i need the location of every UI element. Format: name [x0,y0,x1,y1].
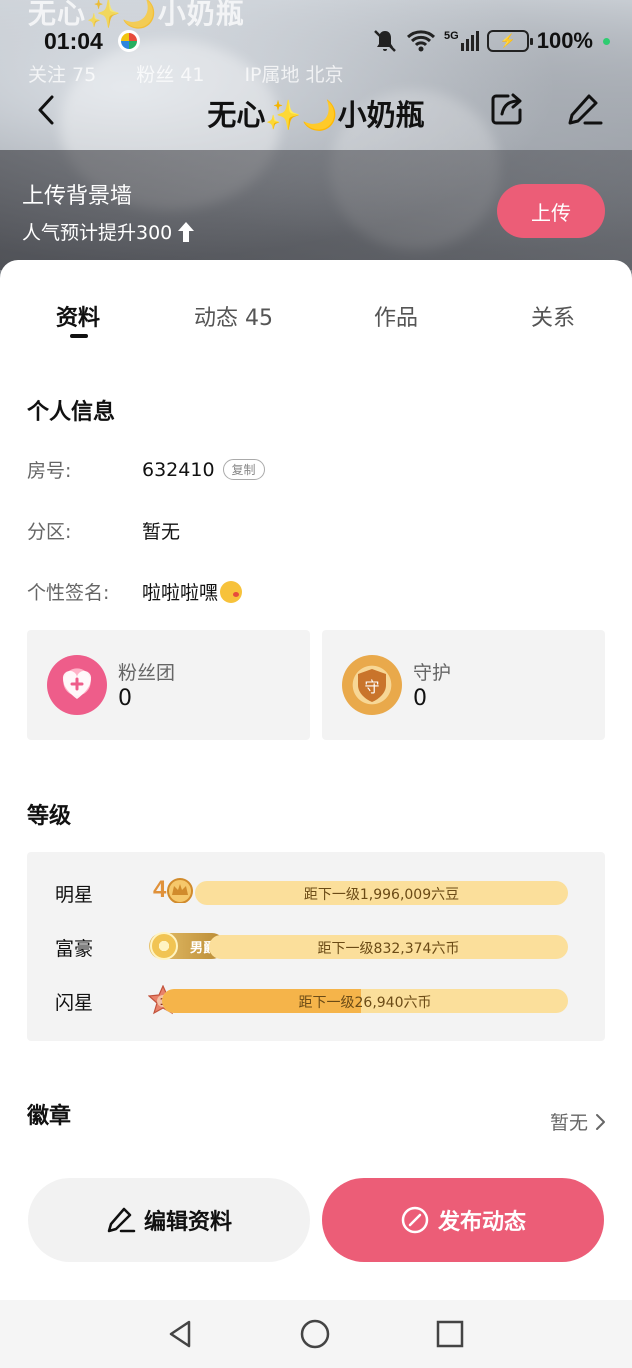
room-number-label: 房号: [27,460,72,482]
flash-level-progress: 距下一级26,940六币 [162,989,568,1013]
post-status-label: 发布动态 [437,1210,526,1235]
signal-icon: 5G [444,31,479,51]
fan-club-value: 0 [118,686,132,711]
status-indicators: 5G ⚡ 100% [372,28,610,54]
profile-tabs: 资料 动态 45 作品 关系 [0,300,632,350]
rich-level-progress: 距下一级832,374六币 [209,935,568,959]
zone-row: 分区: 暂无 [27,517,180,544]
flash-level-text: 距下一级26,940六币 [298,995,432,1011]
level-name: 富豪 [55,938,94,960]
level-row-star: 明星 4 距下一级1,996,009六豆 [27,876,605,908]
page-title: 无心✨🌙小奶瓶 [207,98,425,132]
tab-works[interactable]: 作品 [374,300,418,332]
fan-club-card[interactable]: 粉丝团 0 [27,630,310,740]
mute-bell-icon [374,30,396,52]
fan-club-heart-icon [47,655,107,715]
system-home-icon[interactable] [299,1318,331,1350]
signature-label: 个性签名: [27,582,110,604]
battery-level: 100% [536,28,593,53]
star-level-text: 距下一级1,996,009六豆 [303,887,460,903]
upload-background-banner: 上传背景墙 人气预计提升300 上传 [0,150,632,270]
popularity-boost-text: 人气预计提升300 [22,222,173,244]
guard-value: 0 [413,686,427,711]
system-navigation-bar [0,1300,632,1368]
edit-profile-label: 编辑资料 [143,1210,232,1235]
zone-value: 暂无 [142,521,181,543]
level-section-title: 等级 [27,804,72,829]
system-recents-icon[interactable] [434,1318,466,1350]
badges-value: 暂无 [549,1112,588,1134]
network-type: 5G [444,30,459,42]
rich-level-text: 距下一级832,374六币 [317,941,460,957]
top-nav-bar: 无心✨🌙小奶瓶 [0,80,632,140]
upload-banner-title: 上传背景墙 [22,184,133,209]
chevron-right-icon [596,1113,605,1130]
edit-pencil-icon [107,1207,136,1233]
status-time: 01:04 [44,27,103,54]
level-row-flash: 闪星 1 距下一级26,940六币 [27,985,605,1016]
room-number-value: 632410 [142,458,215,481]
up-arrow-icon [178,221,195,242]
level-panel: 明星 4 距下一级1,996,009六豆 富豪 男爵 距下一级832,374六币… [27,852,605,1041]
app-notification-icon [118,30,140,52]
badges-section-title: 徽章 [27,1104,72,1129]
system-back-icon[interactable] [165,1318,197,1350]
kiss-emoji-icon [220,580,243,603]
zone-label: 分区: [27,521,72,543]
tab-posts[interactable]: 动态 45 [194,300,273,332]
personal-info-title: 个人信息 [27,400,116,425]
wifi-icon [407,30,436,52]
tab-profile[interactable]: 资料 [56,300,100,332]
tab-relations[interactable]: 关系 [531,300,575,332]
signature-row: 个性签名: 啦啦啦嘿 [27,578,243,605]
edit-pencil-icon[interactable] [565,90,605,128]
status-bar: 01:04 5G ⚡ 100% [0,24,632,58]
guard-icon-text: 守 [364,678,379,696]
guard-shield-icon: 守 [342,655,402,715]
guard-label: 守护 [413,662,452,684]
room-number-row: 房号: 632410 复制 [27,456,265,483]
level-name: 闪星 [55,992,94,1014]
privacy-dot [603,37,610,45]
star-level-progress: 距下一级1,996,009六豆 [195,881,568,905]
star-level-number: 4 [153,876,167,903]
diamond-icon [150,932,178,960]
copy-button[interactable]: 复制 [222,459,265,480]
upload-button[interactable]: 上传 [497,184,605,238]
level-row-rich: 富豪 男爵 距下一级832,374六币 [27,932,605,962]
fan-club-label: 粉丝团 [118,662,176,684]
battery-icon: ⚡ [486,30,533,52]
compose-circle-icon [401,1206,429,1234]
level-name: 明星 [55,884,94,906]
upload-banner-subtitle: 人气预计提升300 [22,218,196,245]
active-tab-indicator [70,334,88,338]
crown-icon [167,878,194,903]
edit-profile-button[interactable]: 编辑资料 [28,1178,310,1262]
post-status-button[interactable]: 发布动态 [322,1178,604,1262]
profile-detail-card: 资料 动态 45 作品 关系 个人信息 房号: 632410 复制 分区: 暂无… [0,260,632,1300]
signature-value: 啦啦啦嘿 [142,582,219,604]
share-icon[interactable] [488,90,526,128]
guard-card[interactable]: 守 守护 0 [322,630,605,740]
star-level-badge: 4 [153,876,194,904]
badges-more-link[interactable]: 暂无 [550,1108,606,1135]
